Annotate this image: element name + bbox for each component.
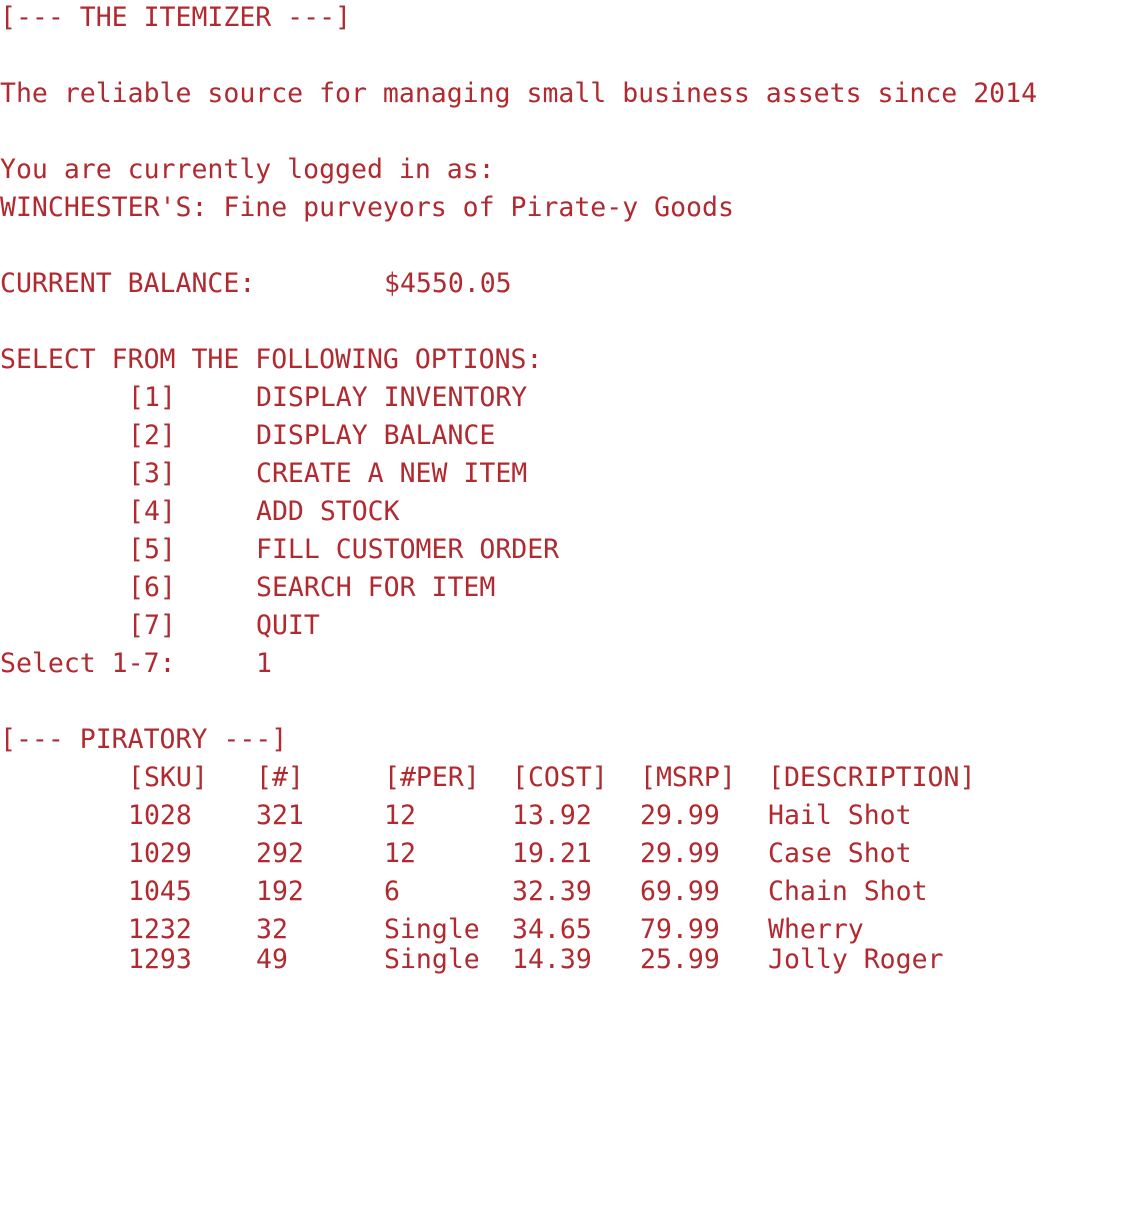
cell-cost: 32.39 [512, 876, 592, 907]
menu-option-label: DISPLAY BALANCE [256, 420, 496, 451]
cell-description: Case Shot [768, 838, 912, 869]
menu-option-3[interactable]: [3] CREATE A NEW ITEM [0, 455, 1136, 493]
menu-option-label: CREATE A NEW ITEM [256, 458, 528, 489]
menu-option-7[interactable]: [7] QUIT [0, 607, 1136, 645]
table-row: 1028 321 12 13.92 29.99 Hail Shot [0, 797, 1136, 835]
balance-value: $4550.05 [384, 268, 512, 299]
menu-option-key: [3] [128, 458, 176, 489]
column-header-sku: [SKU] [128, 762, 208, 793]
column-header-per: [#PER] [384, 762, 480, 793]
menu-option-key: [7] [128, 610, 176, 641]
menu-option-label: QUIT [256, 610, 320, 641]
menu-option-label: SEARCH FOR ITEM [256, 572, 496, 603]
cell-count: 192 [256, 876, 304, 907]
select-row: Select 1-7: 1 [0, 645, 1136, 683]
inventory-header: [--- PIRATORY ---] [0, 724, 288, 755]
cell-description: Jolly Roger [768, 944, 944, 975]
cell-cost: 14.39 [512, 944, 592, 975]
cell-per: 12 [384, 800, 416, 831]
cell-msrp: 25.99 [640, 944, 720, 975]
column-header-cost: [COST] [512, 762, 608, 793]
cell-per: 6 [384, 876, 400, 907]
balance-row: CURRENT BALANCE: $4550.05 [0, 265, 1136, 303]
cell-sku: 1029 [128, 838, 192, 869]
cell-count: 321 [256, 800, 304, 831]
cell-sku: 1028 [128, 800, 192, 831]
column-header-count: [#] [256, 762, 304, 793]
menu-option-key: [2] [128, 420, 176, 451]
cell-cost: 13.92 [512, 800, 592, 831]
menu-option-6[interactable]: [6] SEARCH FOR ITEM [0, 569, 1136, 607]
cell-per: 12 [384, 838, 416, 869]
menu-prompt: SELECT FROM THE FOLLOWING OPTIONS: [0, 344, 543, 375]
select-input-value[interactable]: 1 [256, 645, 272, 683]
cell-per: Single [384, 944, 480, 975]
app-tagline: The reliable source for managing small b… [0, 78, 1038, 109]
inventory-column-headers: [SKU] [#] [#PER] [COST] [MSRP] [DESCRIPT… [0, 759, 1136, 797]
cell-description: Hail Shot [768, 800, 912, 831]
cell-description: Chain Shot [768, 876, 928, 907]
menu-option-label: ADD STOCK [256, 496, 400, 527]
menu-option-5[interactable]: [5] FILL CUSTOMER ORDER [0, 531, 1136, 569]
cell-count: 292 [256, 838, 304, 869]
table-row: 1045 192 6 32.39 69.99 Chain Shot [0, 873, 1136, 911]
menu-option-key: [1] [128, 382, 176, 413]
menu-option-label: FILL CUSTOMER ORDER [256, 534, 560, 565]
menu-option-2[interactable]: [2] DISPLAY BALANCE [0, 417, 1136, 455]
terminal-window: [--- THE ITEMIZER ---] The reliable sour… [0, 0, 1136, 979]
cell-cost: 19.21 [512, 838, 592, 869]
cell-sku: 1045 [128, 876, 192, 907]
balance-label: CURRENT BALANCE: [0, 268, 256, 299]
cell-sku: 1293 [128, 944, 192, 975]
cell-msrp: 29.99 [640, 800, 720, 831]
logged-in-user: WINCHESTER'S: Fine purveyors of Pirate-y… [0, 192, 734, 223]
cell-msrp: 29.99 [640, 838, 720, 869]
menu-option-key: [5] [128, 534, 176, 565]
menu-option-key: [4] [128, 496, 176, 527]
cell-msrp: 69.99 [640, 876, 720, 907]
column-header-description: [DESCRIPTION] [768, 762, 976, 793]
cell-count: 49 [256, 944, 288, 975]
menu-option-4[interactable]: [4] ADD STOCK [0, 493, 1136, 531]
column-header-msrp: [MSRP] [640, 762, 736, 793]
menu-option-1[interactable]: [1] DISPLAY INVENTORY [0, 379, 1136, 417]
table-row: 1293 49 Single 14.39 25.99 Jolly Roger [0, 941, 1136, 979]
table-row: 1029 292 12 19.21 29.99 Case Shot [0, 835, 1136, 873]
logged-in-label: You are currently logged in as: [0, 154, 495, 185]
menu-option-label: DISPLAY INVENTORY [256, 382, 528, 413]
select-prompt: Select 1-7: [0, 648, 176, 679]
menu-option-key: [6] [128, 572, 176, 603]
app-header: [--- THE ITEMIZER ---] [0, 2, 351, 33]
